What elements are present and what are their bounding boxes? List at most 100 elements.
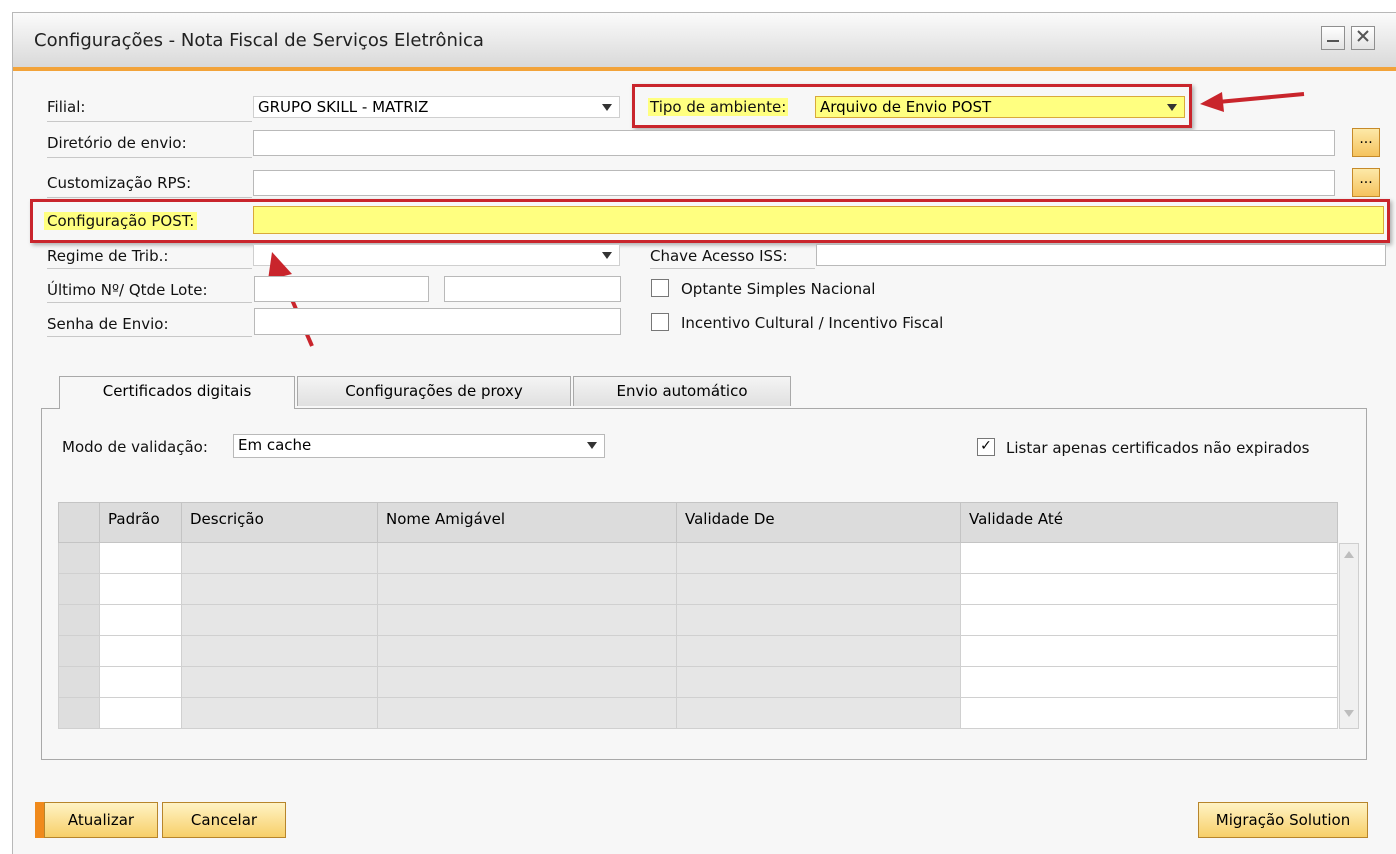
table-row[interactable]: [58, 573, 1338, 605]
table-row[interactable]: [58, 697, 1338, 729]
customizacao-label: Customização RPS:: [47, 174, 192, 192]
row-header[interactable]: [58, 542, 100, 574]
row-header[interactable]: [58, 604, 100, 636]
divider: [47, 197, 252, 198]
chave-label: Chave Acesso ISS:: [650, 247, 788, 265]
cell-nome-amigavel[interactable]: [377, 542, 677, 574]
cell-descricao[interactable]: [181, 604, 378, 636]
listar-label: Listar apenas certificados não expirados: [1006, 439, 1310, 457]
divider: [47, 268, 252, 269]
divider: [47, 336, 252, 337]
cell-padrao[interactable]: [99, 542, 182, 574]
incentivo-label: Incentivo Cultural / Incentivo Fiscal: [681, 314, 944, 332]
tab-envio-automatico[interactable]: Envio automático: [573, 376, 791, 406]
column-header-descricao[interactable]: Descrição: [181, 502, 378, 543]
minimize-icon[interactable]: [1321, 26, 1345, 50]
column-header-padrao[interactable]: Padrão: [99, 502, 182, 543]
diretorio-label: Diretório de envio:: [47, 134, 187, 152]
column-header-validade-de[interactable]: Validade De: [676, 502, 961, 543]
annotation-arrow-icon: [1200, 92, 1305, 112]
divider: [650, 268, 815, 269]
cell-nome-amigavel[interactable]: [377, 666, 677, 698]
chave-input[interactable]: [816, 244, 1386, 266]
scroll-up-icon[interactable]: [1343, 550, 1355, 560]
browse-directory-button[interactable]: ...: [1352, 128, 1380, 157]
cancelar-button[interactable]: Cancelar: [162, 802, 286, 838]
cell-validade-de[interactable]: [676, 697, 961, 729]
row-header[interactable]: [58, 697, 100, 729]
scroll-down-icon[interactable]: [1343, 708, 1355, 718]
cell-nome-amigavel[interactable]: [377, 604, 677, 636]
window-title: Configurações - Nota Fiscal de Serviços …: [34, 30, 484, 51]
row-header[interactable]: [58, 635, 100, 667]
close-icon[interactable]: [1351, 26, 1375, 50]
ultimo-numero-input[interactable]: [254, 276, 429, 302]
senha-label: Senha de Envio:: [47, 315, 169, 333]
title-accent-bar: [13, 67, 1396, 71]
cell-nome-amigavel[interactable]: [377, 573, 677, 605]
customizacao-input[interactable]: [253, 170, 1335, 196]
divider: [47, 157, 252, 158]
column-header-rownum: [58, 502, 100, 543]
certificates-table: Padrão Descrição Nome Amigável Validade …: [58, 502, 1338, 729]
table-row[interactable]: [58, 604, 1338, 636]
browse-rps-button[interactable]: ...: [1352, 168, 1380, 197]
column-header-validade-ate[interactable]: Validade Até: [960, 502, 1338, 543]
tipo-ambiente-label: Tipo de ambiente:: [648, 98, 789, 116]
listar-checkbox[interactable]: ✓: [977, 438, 995, 456]
title-bar: Configurações - Nota Fiscal de Serviços …: [13, 13, 1396, 68]
divider: [47, 302, 252, 303]
row-header[interactable]: [58, 573, 100, 605]
cell-validade-ate[interactable]: [960, 573, 1338, 605]
config-post-input[interactable]: [253, 206, 1384, 234]
incentivo-checkbox[interactable]: [651, 313, 669, 331]
table-scrollbar[interactable]: [1339, 543, 1359, 729]
table-header-row: Padrão Descrição Nome Amigável Validade …: [58, 502, 1338, 543]
tipo-ambiente-select[interactable]: Arquivo de Envio POST: [815, 96, 1185, 118]
qtde-lote-input[interactable]: [444, 276, 621, 302]
cell-descricao[interactable]: [181, 635, 378, 667]
cell-validade-ate[interactable]: [960, 697, 1338, 729]
modo-validacao-label: Modo de validação:: [62, 438, 208, 456]
optante-checkbox[interactable]: [651, 279, 669, 297]
senha-input[interactable]: [254, 308, 621, 335]
regime-label: Regime de Trib.:: [47, 247, 169, 265]
cell-descricao[interactable]: [181, 697, 378, 729]
cell-padrao[interactable]: [99, 635, 182, 667]
cell-validade-de[interactable]: [676, 542, 961, 574]
tab-configuracoes-proxy[interactable]: Configurações de proxy: [297, 376, 571, 406]
column-header-nome-amigavel[interactable]: Nome Amigável: [377, 502, 677, 543]
cell-nome-amigavel[interactable]: [377, 697, 677, 729]
atualizar-button[interactable]: Atualizar: [44, 802, 158, 838]
cell-validade-ate[interactable]: [960, 666, 1338, 698]
cell-padrao[interactable]: [99, 604, 182, 636]
table-row[interactable]: [58, 542, 1338, 574]
row-header[interactable]: [58, 666, 100, 698]
migracao-solution-button[interactable]: Migração Solution: [1198, 802, 1368, 838]
ultimo-label: Último Nº/ Qtde Lote:: [47, 281, 208, 299]
cell-padrao[interactable]: [99, 697, 182, 729]
table-row[interactable]: [58, 635, 1338, 667]
cell-validade-de[interactable]: [676, 635, 961, 667]
cell-padrao[interactable]: [99, 666, 182, 698]
cell-validade-ate[interactable]: [960, 542, 1338, 574]
cell-descricao[interactable]: [181, 573, 378, 605]
cell-validade-de[interactable]: [676, 573, 961, 605]
config-post-label: Configuração POST:: [44, 212, 198, 230]
filial-select[interactable]: GRUPO SKILL - MATRIZ: [253, 96, 620, 118]
cell-padrao[interactable]: [99, 573, 182, 605]
cell-descricao[interactable]: [181, 666, 378, 698]
filial-label: Filial:: [47, 98, 86, 116]
tab-certificados-digitais[interactable]: Certificados digitais: [59, 376, 295, 409]
cell-nome-amigavel[interactable]: [377, 635, 677, 667]
cell-descricao[interactable]: [181, 542, 378, 574]
cell-validade-ate[interactable]: [960, 635, 1338, 667]
modo-validacao-select[interactable]: Em cache: [233, 434, 605, 458]
optante-label: Optante Simples Nacional: [681, 280, 876, 298]
cell-validade-de[interactable]: [676, 666, 961, 698]
diretorio-input[interactable]: [253, 130, 1335, 156]
cell-validade-de[interactable]: [676, 604, 961, 636]
cell-validade-ate[interactable]: [960, 604, 1338, 636]
divider: [47, 121, 252, 122]
table-row[interactable]: [58, 666, 1338, 698]
